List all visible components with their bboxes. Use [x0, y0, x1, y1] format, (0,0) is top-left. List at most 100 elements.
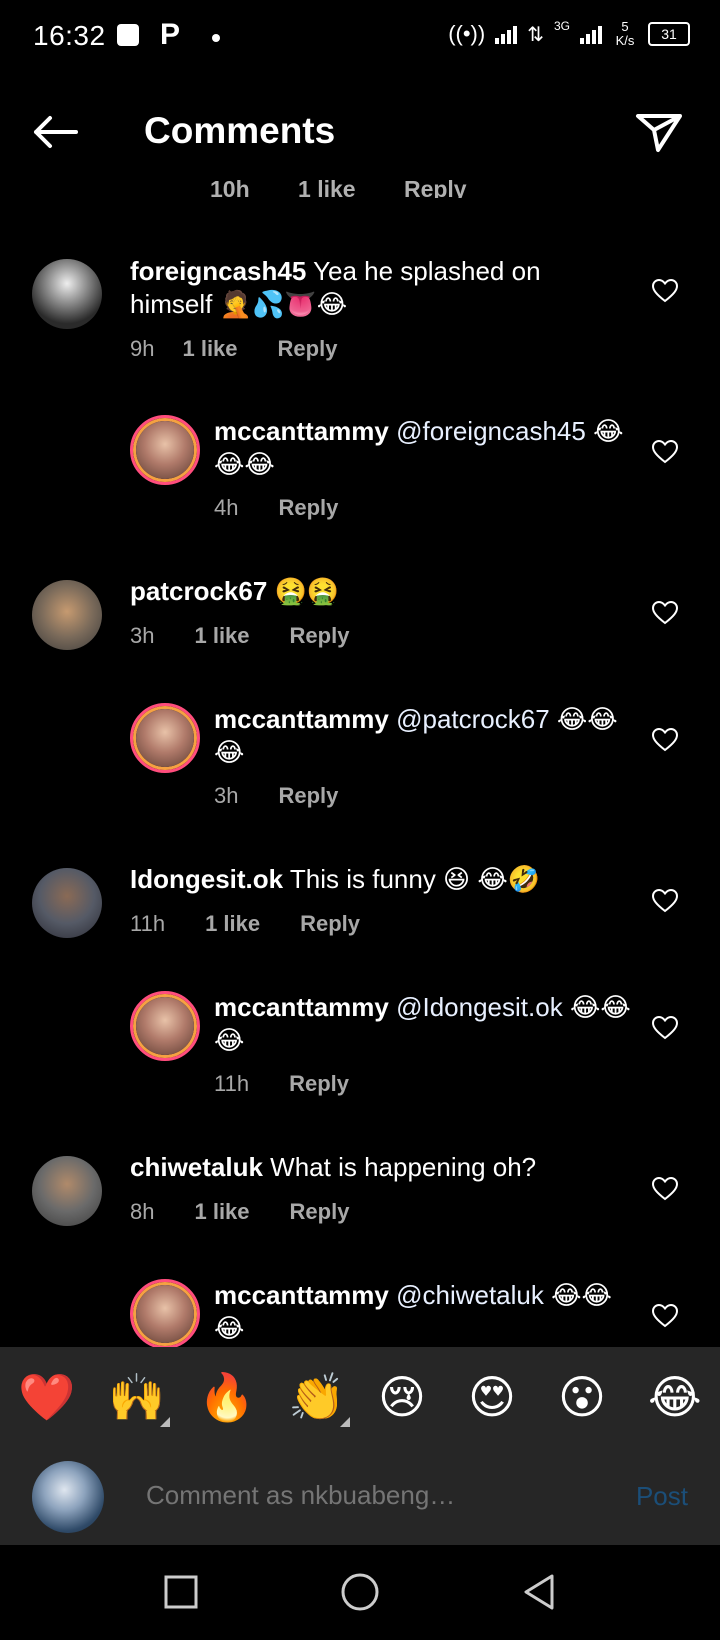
heart-outline-icon[interactable] [652, 1016, 678, 1040]
user-avatar[interactable] [32, 1461, 104, 1533]
recents-square-icon[interactable] [164, 1575, 198, 1609]
avatar[interactable] [32, 868, 102, 938]
partial-time: 10h [210, 176, 250, 198]
avatar-image [136, 421, 194, 479]
heart-outline-icon[interactable] [652, 889, 678, 913]
emoji-surprised[interactable]: 😮 [558, 1369, 606, 1425]
avatar[interactable] [32, 1156, 102, 1226]
avatar[interactable] [130, 415, 200, 485]
comment-mention[interactable]: @Idongesit.ok [396, 992, 563, 1022]
emoji-clap[interactable]: 👏 [288, 1369, 345, 1425]
comment-time: 3h [214, 783, 239, 808]
signal-2-icon [580, 24, 602, 44]
avatar-image [136, 1285, 194, 1343]
comment-time: 4h [214, 495, 239, 520]
emoji-crying[interactable]: 😢 [378, 1369, 426, 1425]
comment-input[interactable] [144, 1479, 568, 1512]
heart-outline-icon[interactable] [652, 279, 678, 303]
home-circle-icon[interactable] [340, 1572, 380, 1612]
comment-mention[interactable]: @patcrock67 [396, 704, 550, 734]
comment-time: 8h [130, 1199, 155, 1224]
comment-text: foreigncash45 Yea he splashed on himself… [130, 255, 630, 321]
reply-button[interactable]: Reply [278, 783, 338, 809]
heart-outline-icon[interactable] [652, 601, 678, 625]
avatar-image [136, 709, 194, 767]
comment-text: patcrock67 🤮🤮 [130, 575, 630, 608]
reply-button[interactable]: Reply [289, 1071, 349, 1097]
system-nav-bar [0, 1545, 720, 1640]
comment-username[interactable]: Idongesit.ok [130, 864, 283, 894]
comment-text: mccanttammy @patcrock67 😂😂😂 [214, 703, 634, 769]
reply-comment: mccanttammy @chiwetaluk 😂😂😂 [0, 1279, 720, 1347]
comment-username[interactable]: foreigncash45 [130, 256, 306, 286]
reply-button[interactable]: Reply [290, 623, 350, 649]
emoji-heart[interactable]: ❤️ [18, 1369, 75, 1425]
notification-square-icon [117, 24, 139, 46]
reply-comment: mccanttammy @patcrock67 😂😂😂 3h Reply [0, 703, 720, 813]
comment-text: mccanttammy @chiwetaluk 😂😂😂 [214, 1279, 634, 1345]
comment-mention[interactable]: @foreigncash45 [396, 416, 586, 446]
reply-button[interactable]: Reply [300, 911, 360, 937]
signal-icon [495, 24, 518, 44]
back-arrow-icon[interactable] [30, 112, 80, 152]
comment-text: mccanttammy @foreigncash45 😂😂😂 [214, 415, 634, 481]
comment: Idongesit.ok This is funny 😆 😂🤣 11h 1 li… [0, 863, 720, 943]
comment-body: This is funny 😆 😂🤣 [289, 864, 541, 894]
comment: foreigncash45 Yea he splashed on himself… [0, 255, 720, 375]
header: Comments [0, 90, 720, 170]
comment-meta: 11h 1 like Reply [130, 911, 360, 937]
status-bar: 16:32 P ((•)) ⇅ 3G 5 K/s 31 [0, 0, 720, 72]
avatar[interactable] [32, 580, 102, 650]
back-triangle-icon[interactable] [522, 1573, 556, 1611]
comment-username[interactable]: mccanttammy [214, 704, 389, 734]
comment-likes[interactable]: 1 like [194, 623, 249, 649]
notification-dot-icon [212, 34, 220, 42]
post-button[interactable]: Post [636, 1481, 688, 1512]
comment-mention[interactable]: @chiwetaluk [396, 1280, 544, 1310]
avatar[interactable] [32, 259, 102, 329]
skin-tone-indicator-icon [160, 1417, 170, 1427]
comment-text: chiwetaluk What is happening oh? [130, 1151, 630, 1184]
comment-meta: 8h 1 like Reply [130, 1199, 349, 1225]
reply-button[interactable]: Reply [278, 336, 338, 362]
send-icon[interactable] [634, 110, 684, 154]
hotspot-icon: ((•)) [448, 21, 486, 46]
comment: chiwetaluk What is happening oh? 8h 1 li… [0, 1151, 720, 1231]
avatar[interactable] [130, 703, 200, 773]
heart-outline-icon[interactable] [652, 1304, 678, 1328]
comment-meta: 11h Reply [214, 1071, 349, 1097]
partial-likes[interactable]: 1 like [298, 176, 356, 198]
comment-likes[interactable]: 1 like [205, 911, 260, 937]
reply-comment: mccanttammy @foreigncash45 😂😂😂 4h Reply [0, 415, 720, 535]
comment-meta: 9h 1 like Reply [130, 336, 337, 362]
battery-icon: 31 [648, 22, 690, 46]
comment-text: Idongesit.ok This is funny 😆 😂🤣 [130, 863, 630, 896]
emoji-joy[interactable]: 😂 [648, 1369, 702, 1425]
heart-outline-icon[interactable] [652, 728, 678, 752]
heart-outline-icon[interactable] [652, 440, 678, 464]
partial-reply[interactable]: Reply [404, 176, 467, 198]
reply-button[interactable]: Reply [290, 1199, 350, 1225]
comment-likes[interactable]: 1 like [194, 1199, 249, 1225]
avatar[interactable] [130, 1279, 200, 1347]
comment-username[interactable]: mccanttammy [214, 992, 389, 1022]
partial-comment-meta: 10h 1 like Reply [210, 170, 510, 198]
battery-level: 31 [661, 26, 677, 42]
emoji-heart-eyes[interactable]: 😍 [468, 1369, 516, 1425]
comment-likes[interactable]: 1 like [182, 336, 237, 362]
comment-time: 3h [130, 623, 155, 648]
emoji-fire[interactable]: 🔥 [198, 1369, 255, 1425]
comment-time: 11h [130, 911, 166, 936]
comment-username[interactable]: mccanttammy [214, 416, 389, 446]
emoji-raising-hands[interactable]: 🙌 [108, 1369, 165, 1425]
emoji-quick-bar: ❤️ 🙌 🔥 👏 😢 😍 😮 😂 [0, 1347, 720, 1449]
comment-username[interactable]: mccanttammy [214, 1280, 389, 1310]
heart-outline-icon[interactable] [652, 1177, 678, 1201]
comment-meta: 3h Reply [214, 783, 338, 809]
avatar[interactable] [130, 991, 200, 1061]
data-transfer-icon: ⇅ [527, 23, 544, 46]
status-time: 16:32 [33, 20, 106, 51]
comment-username[interactable]: chiwetaluk [130, 1152, 263, 1182]
comment-username[interactable]: patcrock67 [130, 576, 267, 606]
reply-button[interactable]: Reply [278, 495, 338, 521]
